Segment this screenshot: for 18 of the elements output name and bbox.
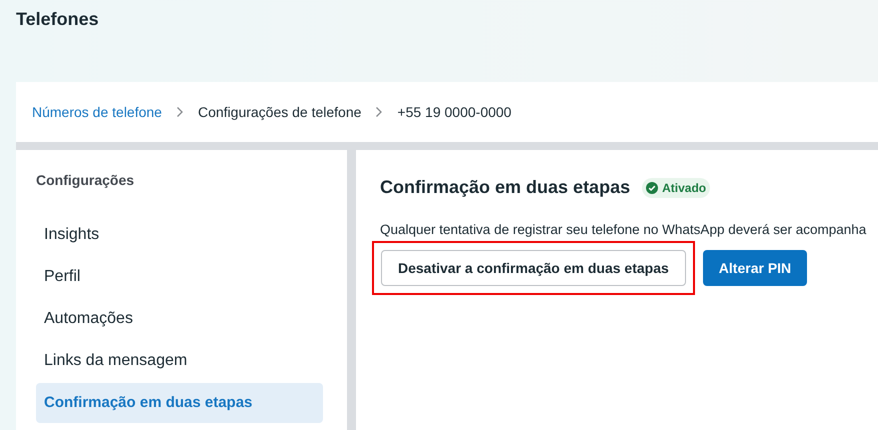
check-circle-icon xyxy=(646,182,658,194)
description-text: Qualquer tentativa de registrar seu telefone no WhatsApp deverá ser acompanha xyxy=(380,221,866,239)
page-title: Telefones xyxy=(16,8,99,31)
sidebar-item[interactable]: Insights xyxy=(36,215,323,255)
sidebar-item[interactable]: Perfil xyxy=(36,257,323,297)
breadcrumb-link[interactable]: Números de telefone xyxy=(32,102,162,122)
sidebar-item[interactable]: Confirmação em duas etapas xyxy=(36,383,323,423)
disable-button[interactable]: Desativar a confirmação em duas etapas xyxy=(381,250,686,286)
breadcrumb-item: +55 19 0000-0000 xyxy=(397,102,512,122)
sidebar-title: Configurações xyxy=(36,171,134,190)
chevron-right-icon xyxy=(375,106,384,118)
sidebar-item[interactable]: Links da mensagem xyxy=(36,341,323,381)
section-title: Confirmação em duas etapas xyxy=(380,176,630,199)
change-pin-button[interactable]: Alterar PIN xyxy=(702,250,808,286)
breadcrumb-item: Configurações de telefone xyxy=(198,102,362,122)
sidebar-item[interactable]: Automações xyxy=(36,299,323,339)
status-badge: Ativado xyxy=(642,178,710,198)
chevron-right-icon xyxy=(176,106,184,118)
